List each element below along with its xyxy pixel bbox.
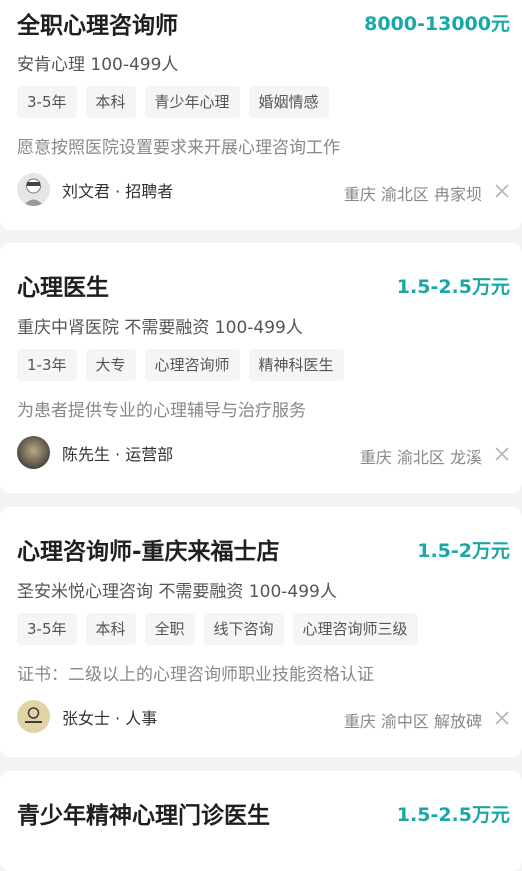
recruiter-name: 陈先生 · 运营部 [62, 444, 174, 464]
tag: 本科 [85, 86, 136, 118]
job-list-page: { "colors": { "salary": "#1aa7a7", "back… [0, 0, 522, 871]
avatar [17, 436, 50, 469]
recruiter: 刘文君 · 招聘者 [17, 173, 173, 206]
recruiter: 张女士 · 人事 [17, 700, 157, 733]
tag: 全职 [144, 613, 195, 645]
job-location: 重庆 渝中区 解放碑 [343, 712, 482, 731]
tag: 心理咨询师 [144, 349, 240, 381]
job-card[interactable]: 全职心理咨询师 8000-13000元 安肯心理 100-499人 3-5年 本… [0, 0, 522, 230]
tag: 3-5年 [17, 86, 77, 118]
job-salary: 1.5-2.5万元 [396, 804, 510, 826]
close-icon[interactable] [492, 181, 512, 201]
job-title: 全职心理咨询师 [17, 13, 178, 39]
job-salary: 1.5-2.5万元 [396, 276, 510, 298]
job-card[interactable]: 心理医生 1.5-2.5万元 重庆中肾医院 不需要融资 100-499人 1-3… [0, 243, 522, 493]
job-card[interactable]: 心理咨询师-重庆来福士店 1.5-2万元 圣安米悦心理咨询 不需要融资 100-… [0, 507, 522, 757]
avatar [17, 173, 50, 206]
job-title: 心理医生 [17, 275, 109, 301]
tag: 1-3年 [17, 349, 77, 381]
tag-list: 3-5年 本科 青少年心理 婚姻情感 [17, 86, 329, 118]
job-salary: 8000-13000元 [364, 13, 510, 35]
job-location: 重庆 渝北区 冉家坝 [343, 185, 482, 204]
job-description: 为患者提供专业的心理辅导与治疗服务 [17, 401, 306, 421]
tag: 3-5年 [17, 613, 77, 645]
recruiter-name: 张女士 · 人事 [62, 708, 158, 728]
tag: 青少年心理 [144, 86, 240, 118]
tag: 精神科医生 [248, 349, 344, 381]
job-card[interactable]: 青少年精神心理门诊医生 1.5-2.5万元 [0, 771, 522, 871]
job-description: 证书：二级以上的心理咨询师职业技能资格认证 [17, 665, 374, 685]
job-title: 青少年精神心理门诊医生 [17, 803, 270, 829]
tag: 本科 [85, 613, 136, 645]
job-location: 重庆 渝北区 龙溪 [359, 448, 482, 467]
company-info: 圣安米悦心理咨询 不需要融资 100-499人 [17, 582, 337, 602]
recruiter-name: 刘文君 · 招聘者 [62, 181, 174, 201]
company-info: 安肯心理 100-499人 [17, 55, 179, 75]
close-icon[interactable] [492, 444, 512, 464]
tag: 线下咨询 [203, 613, 284, 645]
avatar [17, 700, 50, 733]
job-description: 愿意按照医院设置要求来开展心理咨询工作 [17, 138, 340, 158]
tag-list: 1-3年 大专 心理咨询师 精神科医生 [17, 349, 344, 381]
tag: 婚姻情感 [248, 86, 329, 118]
job-salary: 1.5-2万元 [417, 540, 510, 562]
tag: 心理咨询师三级 [292, 613, 418, 645]
recruiter: 陈先生 · 运营部 [17, 436, 173, 469]
job-title: 心理咨询师-重庆来福士店 [17, 539, 280, 565]
tag-list: 3-5年 本科 全职 线下咨询 心理咨询师三级 [17, 613, 418, 645]
company-info: 重庆中肾医院 不需要融资 100-499人 [17, 318, 303, 338]
tag: 大专 [85, 349, 136, 381]
close-icon[interactable] [492, 708, 512, 728]
